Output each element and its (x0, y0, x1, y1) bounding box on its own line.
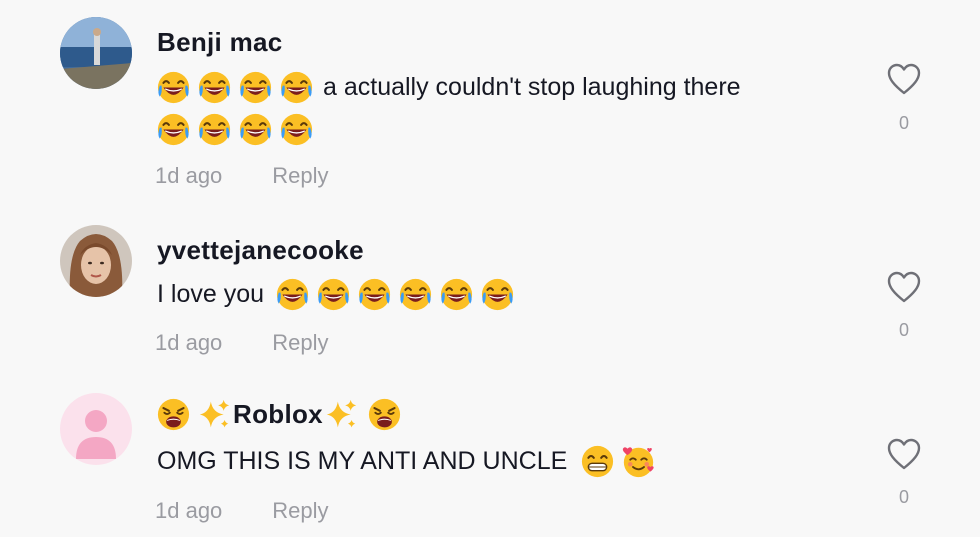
weary-face-icon (157, 398, 190, 431)
username-row[interactable]: Roblox (157, 398, 409, 431)
like-count: 0 (898, 487, 909, 507)
comment-text: OMG THIS IS MY ANTI AND UNCLE (157, 440, 663, 482)
smiling-face-with-hearts-icon (622, 445, 655, 478)
heart-outline-icon[interactable] (886, 437, 922, 471)
sparkles-icon (198, 398, 231, 431)
avatar[interactable] (60, 393, 132, 465)
username[interactable]: Roblox (233, 399, 323, 430)
comment-text-content: OMG THIS IS MY ANTI AND UNCLE (157, 447, 568, 475)
weary-face-icon (368, 398, 401, 431)
sparkles-icon (325, 398, 358, 431)
comment-time: 1d ago (155, 498, 223, 523)
comment-item: Roblox OMG THIS IS MY ANTI AND UNCLE 1d … (0, 0, 980, 537)
reply-button[interactable]: Reply (272, 498, 328, 523)
grinning-face-icon (581, 445, 614, 478)
comment-meta: 1d ago Reply (155, 498, 329, 524)
